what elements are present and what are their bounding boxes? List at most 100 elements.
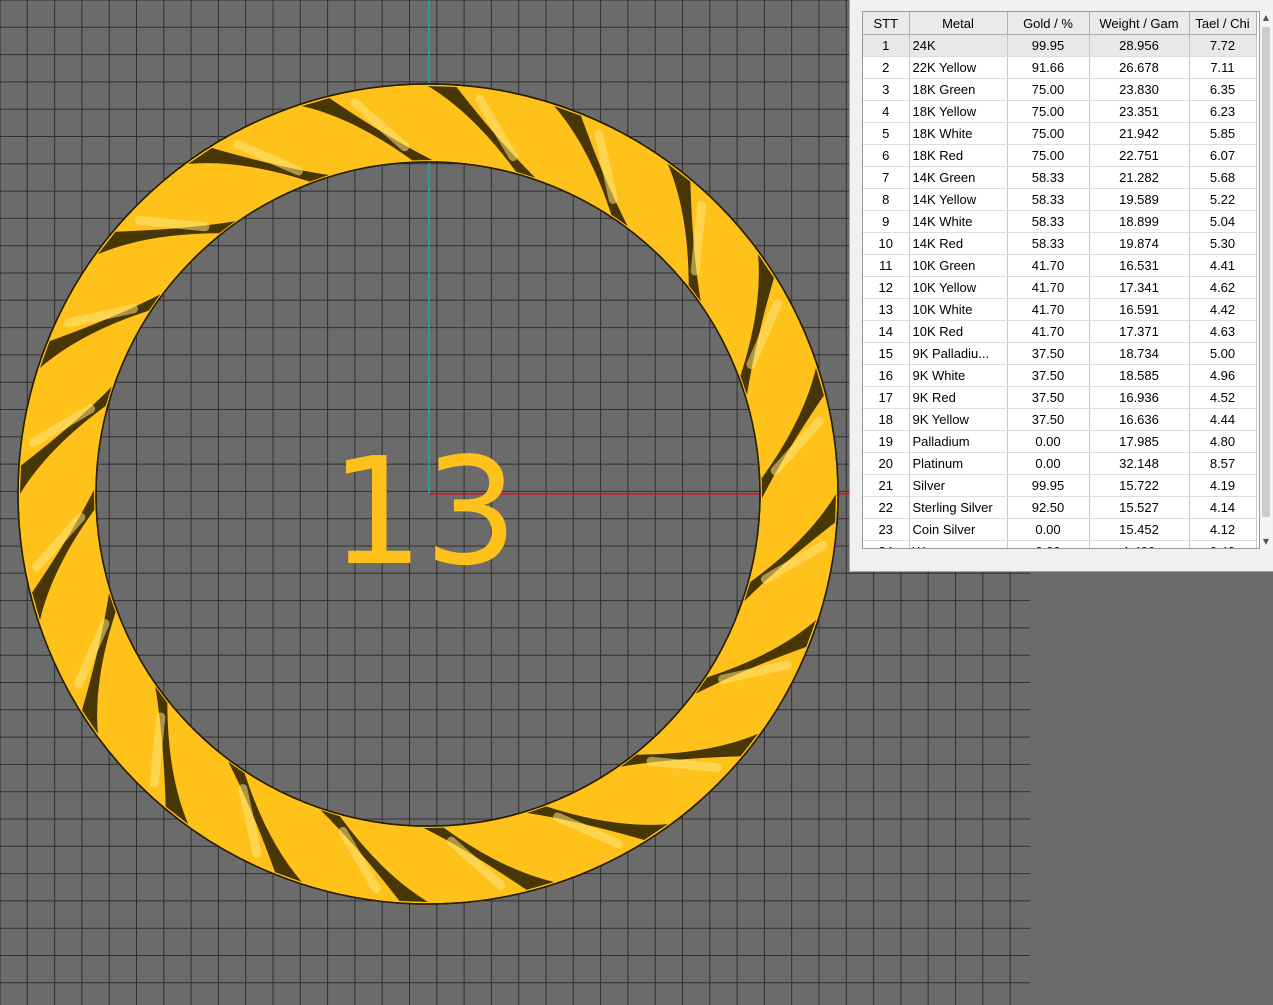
- cell-stt: 3: [863, 78, 910, 101]
- cell-stt: 20: [863, 452, 910, 475]
- cell-metal: 22K Yellow: [909, 56, 1008, 79]
- cell-gold-percent: 75.00: [1007, 100, 1090, 123]
- cell-weight: 15.527: [1089, 496, 1190, 519]
- cell-stt: 13: [863, 298, 910, 321]
- table-row[interactable]: 6 18K Red 75.00 22.751 6.07: [863, 144, 1257, 167]
- cell-gold-percent: 41.70: [1007, 298, 1090, 321]
- cell-gold-percent: 92.50: [1007, 496, 1090, 519]
- table-row[interactable]: 12 10K Yellow 41.70 17.341 4.62: [863, 276, 1257, 299]
- cell-weight: 15.722: [1089, 474, 1190, 497]
- cell-gold-percent: 58.33: [1007, 166, 1090, 189]
- cell-metal: 18K Yellow: [909, 100, 1008, 123]
- cell-metal: 14K Red: [909, 232, 1008, 255]
- table-vertical-scrollbar[interactable]: ▲ ▼: [1260, 11, 1272, 549]
- cell-gold-percent: 91.66: [1007, 56, 1090, 79]
- cell-metal: Palladium: [909, 430, 1008, 453]
- cell-weight: 23.351: [1089, 100, 1190, 123]
- table-row[interactable]: 4 18K Yellow 75.00 23.351 6.23: [863, 100, 1257, 123]
- table-row[interactable]: 19 Palladium 0.00 17.985 4.80: [863, 430, 1257, 453]
- cell-tael: 6.07: [1189, 144, 1257, 167]
- table-row[interactable]: 3 18K Green 75.00 23.830 6.35: [863, 78, 1257, 101]
- cell-weight: 28.956: [1089, 34, 1190, 57]
- cell-stt: 17: [863, 386, 910, 409]
- cell-gold-percent: 41.70: [1007, 254, 1090, 277]
- cell-tael: 5.85: [1189, 122, 1257, 145]
- cell-weight: 19.589: [1089, 188, 1190, 211]
- column-header-stt[interactable]: STT: [863, 12, 910, 35]
- cell-stt: 21: [863, 474, 910, 497]
- cell-tael: 5.30: [1189, 232, 1257, 255]
- table-body: 1 24K 99.95 28.956 7.72 2 22K Yellow 91.66 26.67…: [863, 34, 1257, 548]
- cell-metal: 24K: [909, 34, 1008, 57]
- cell-metal: 14K Green: [909, 166, 1008, 189]
- column-header-tael-chi[interactable]: Tael / Chi: [1189, 12, 1257, 35]
- cell-weight: 18.899: [1089, 210, 1190, 233]
- cell-weight: 19.874: [1089, 232, 1190, 255]
- cell-weight: 16.936: [1089, 386, 1190, 409]
- cell-metal: 10K Yellow: [909, 276, 1008, 299]
- cell-tael: 6.23: [1189, 100, 1257, 123]
- chevron-up-icon[interactable]: ▲: [1260, 11, 1272, 25]
- table-row[interactable]: 20 Platinum 0.00 32.148 8.57: [863, 452, 1257, 475]
- cell-tael: 5.00: [1189, 342, 1257, 365]
- table-row[interactable]: 15 9K Palladiu... 37.50 18.734 5.00: [863, 342, 1257, 365]
- cell-tael: 4.19: [1189, 474, 1257, 497]
- column-header-weight-gam[interactable]: Weight / Gam: [1089, 12, 1190, 35]
- cell-metal: 9K Red: [909, 386, 1008, 409]
- table-row[interactable]: 24Wax0.001.4990.40: [863, 540, 1257, 548]
- cell-gold-percent: 37.50: [1007, 364, 1090, 387]
- cell-tael: 4.41: [1189, 254, 1257, 277]
- cell-stt: 16: [863, 364, 910, 387]
- table-row[interactable]: 11 10K Green 41.70 16.531 4.41: [863, 254, 1257, 277]
- cell-stt: 10: [863, 232, 910, 255]
- cell-gold-percent: 99.95: [1007, 34, 1090, 57]
- table-row[interactable]: 14 10K Red 41.70 17.371 4.63: [863, 320, 1257, 343]
- cell-metal: 18K Green: [909, 78, 1008, 101]
- scrollbar-thumb[interactable]: [1262, 27, 1270, 517]
- table-row[interactable]: 10 14K Red 58.33 19.874 5.30: [863, 232, 1257, 255]
- table-row[interactable]: 5 18K White 75.00 21.942 5.85: [863, 122, 1257, 145]
- chevron-down-icon[interactable]: ▼: [1260, 535, 1272, 549]
- cell-stt: 12: [863, 276, 910, 299]
- cell-tael: 4.44: [1189, 408, 1257, 431]
- table-row[interactable]: 17 9K Red 37.50 16.936 4.52: [863, 386, 1257, 409]
- cell-metal: 14K White: [909, 210, 1008, 233]
- table-row[interactable]: 8 14K Yellow 58.33 19.589 5.22: [863, 188, 1257, 211]
- cell-stt: 18: [863, 408, 910, 431]
- table-row[interactable]: 23 Coin Silver 0.00 15.452 4.12: [863, 518, 1257, 541]
- metal-weight-table-container[interactable]: STT Metal Gold / % Weight / Gam Tael / C…: [862, 11, 1260, 549]
- cell-tael: 4.96: [1189, 364, 1257, 387]
- cell-stt: 14: [863, 320, 910, 343]
- table-row[interactable]: 18 9K Yellow 37.50 16.636 4.44: [863, 408, 1257, 431]
- cell-weight: 16.591: [1089, 298, 1190, 321]
- cell-stt: 5: [863, 122, 910, 145]
- cell-tael: 8.57: [1189, 452, 1257, 475]
- column-header-gold-percent[interactable]: Gold / %: [1007, 12, 1090, 35]
- cell-tael: 4.52: [1189, 386, 1257, 409]
- column-header-metal[interactable]: Metal: [909, 12, 1008, 35]
- cell-stt: 6: [863, 144, 910, 167]
- cell-stt: 4: [863, 100, 910, 123]
- cell-tael: 7.11: [1189, 56, 1257, 79]
- table-row[interactable]: 9 14K White 58.33 18.899 5.04: [863, 210, 1257, 233]
- cell-weight: 26.678: [1089, 56, 1190, 79]
- table-row[interactable]: 7 14K Green 58.33 21.282 5.68: [863, 166, 1257, 189]
- cell-gold-percent: 75.00: [1007, 78, 1090, 101]
- table-row[interactable]: 21 Silver 99.95 15.722 4.19: [863, 474, 1257, 497]
- cell-metal: Platinum: [909, 452, 1008, 475]
- cell-stt: 15: [863, 342, 910, 365]
- cell-gold-percent: 58.33: [1007, 210, 1090, 233]
- cell-gold-percent: 75.00: [1007, 122, 1090, 145]
- cell-stt: 2: [863, 56, 910, 79]
- cell-metal: 10K White: [909, 298, 1008, 321]
- cell-metal: Coin Silver: [909, 518, 1008, 541]
- table-row[interactable]: 16 9K White 37.50 18.585 4.96: [863, 364, 1257, 387]
- table-row[interactable]: 2 22K Yellow 91.66 26.678 7.11: [863, 56, 1257, 79]
- cell-weight: 15.452: [1089, 518, 1190, 541]
- cell-gold-percent: 37.50: [1007, 342, 1090, 365]
- table-row[interactable]: 22 Sterling Silver 92.50 15.527 4.14: [863, 496, 1257, 519]
- table-row[interactable]: 13 10K White 41.70 16.591 4.42: [863, 298, 1257, 321]
- cell-weight: 21.942: [1089, 122, 1190, 145]
- table-row[interactable]: 1 24K 99.95 28.956 7.72: [863, 34, 1257, 57]
- cell-stt: 24: [863, 540, 910, 548]
